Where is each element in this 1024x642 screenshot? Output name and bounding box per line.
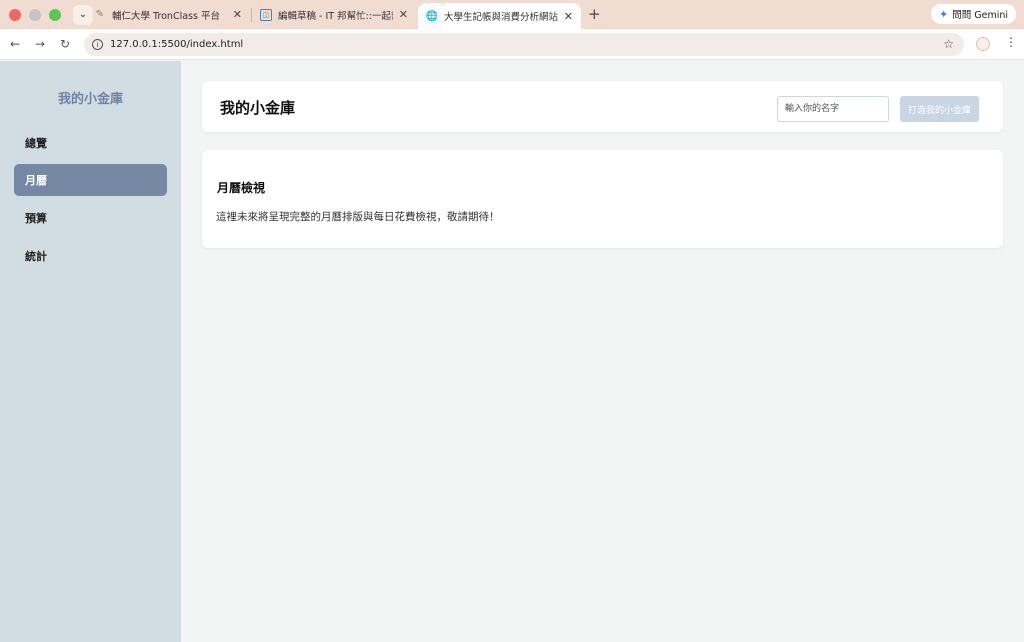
address-bar[interactable]: i 127.0.0.1:5500/index.html ☆ bbox=[84, 33, 964, 56]
sidebar-item-overview[interactable]: 總覽 bbox=[14, 127, 167, 159]
kebab-menu-icon[interactable]: ⋮ bbox=[1005, 35, 1017, 49]
sidebar-item-budget[interactable]: 預算 bbox=[14, 202, 167, 234]
site-info-icon[interactable]: i bbox=[92, 39, 103, 50]
profile-icon[interactable] bbox=[976, 37, 990, 51]
header-card: 我的小金庫 打造我的小金庫 bbox=[202, 81, 1003, 132]
url-text: 127.0.0.1:5500/index.html bbox=[110, 39, 244, 50]
maximize-window-button[interactable] bbox=[49, 8, 61, 21]
tronclass-icon: ✎ bbox=[95, 9, 105, 20]
name-input[interactable] bbox=[777, 96, 889, 122]
browser-tab-active[interactable]: 🌐 大學生記帳與消費分析網站 ✕ bbox=[418, 3, 581, 29]
new-tab-button[interactable]: + bbox=[588, 5, 601, 23]
browser-tab-ithelp[interactable]: ◫ 編輯草稿 - IT 邦幫忙::一起幫忙解 ✕ bbox=[252, 3, 416, 26]
globe-icon: 🌐 bbox=[425, 10, 439, 22]
section-title: 月曆檢視 bbox=[217, 181, 266, 195]
browser-tab-tronclass[interactable]: ✎ 輔仁大學 TronClass 平台 ✕ bbox=[86, 3, 250, 26]
section-body: 這裡未來將呈現完整的月曆排版與每日花費檢視，敬請期待！ bbox=[216, 211, 500, 223]
calendar-view-card: 月曆檢視 這裡未來將呈現完整的月曆排版與每日花費檢視，敬請期待！ bbox=[202, 150, 1003, 248]
sidebar-brand: 我的小金庫 bbox=[57, 92, 123, 107]
close-tab-icon[interactable]: ✕ bbox=[399, 8, 408, 21]
create-vault-button[interactable]: 打造我的小金庫 bbox=[900, 96, 979, 122]
sidebar-item-calendar[interactable]: 月曆 bbox=[14, 164, 167, 196]
back-arrow-icon[interactable]: ← bbox=[10, 37, 20, 51]
gemini-label: 問問 Gemini bbox=[952, 10, 1008, 21]
gemini-sparkle-icon: ✦ bbox=[939, 7, 949, 21]
close-tab-icon[interactable]: ✕ bbox=[564, 10, 573, 23]
sidebar-item-statistics[interactable]: 統計 bbox=[14, 240, 167, 272]
reload-icon[interactable]: ↻ bbox=[60, 37, 70, 51]
browser-toolbar: ← → ↻ i 127.0.0.1:5500/index.html ☆ bbox=[0, 29, 1024, 60]
bookmark-star-icon[interactable]: ☆ bbox=[943, 37, 954, 51]
page-title: 我的小金庫 bbox=[220, 99, 296, 117]
minimize-window-button[interactable] bbox=[29, 8, 41, 21]
browser-tab-bar: ⌄ ✎ 輔仁大學 TronClass 平台 ✕ ◫ 編輯草稿 - IT 邦幫忙:… bbox=[0, 0, 1024, 29]
close-tab-icon[interactable]: ✕ bbox=[233, 8, 242, 21]
sidebar: 我的小金庫 總覽 月曆 預算 統計 bbox=[0, 61, 181, 642]
tab-title: 大學生記帳與消費分析網站 bbox=[444, 12, 558, 23]
ask-gemini-button[interactable]: ✦ 問問 Gemini bbox=[931, 4, 1016, 24]
forward-arrow-icon[interactable]: → bbox=[35, 37, 45, 51]
close-window-button[interactable] bbox=[9, 8, 21, 21]
ithelp-icon: ◫ bbox=[260, 8, 272, 21]
tab-title: 輔仁大學 TronClass 平台 bbox=[112, 10, 220, 22]
tab-title: 編輯草稿 - IT 邦幫忙::一起幫忙解 bbox=[278, 10, 393, 22]
window-controls bbox=[9, 8, 61, 21]
